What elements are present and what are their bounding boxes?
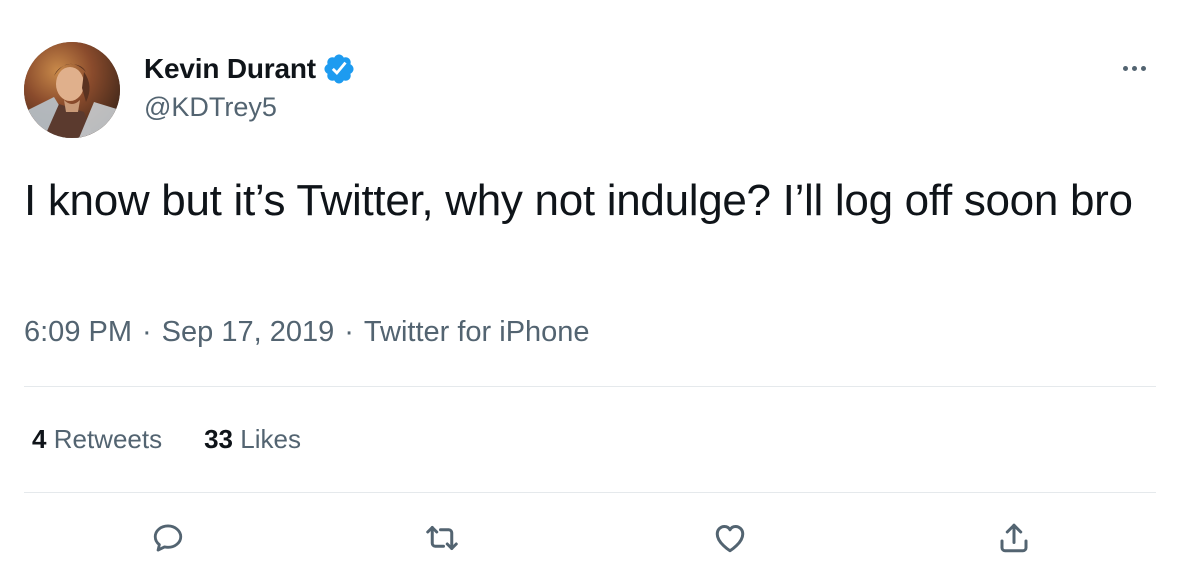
likes-count: 33 xyxy=(204,424,234,454)
likes-label: Likes xyxy=(240,424,301,454)
tweet-date[interactable]: Sep 17, 2019 xyxy=(162,316,335,348)
divider xyxy=(24,492,1156,493)
reply-icon xyxy=(153,524,183,552)
tweet-stats: 4 Retweets 33 Likes xyxy=(32,424,301,455)
avatar[interactable] xyxy=(24,42,120,138)
tweet-source[interactable]: Twitter for iPhone xyxy=(364,316,590,348)
divider xyxy=(24,386,1156,387)
more-options-icon[interactable] xyxy=(1116,56,1152,80)
tweet-card: Kevin Durant @KDTrey5 I know but it’s Tw… xyxy=(0,0,1178,586)
verified-badge-icon xyxy=(324,54,354,84)
like-button[interactable] xyxy=(706,514,754,562)
meta-separator: · xyxy=(344,316,354,348)
share-button[interactable] xyxy=(990,514,1038,562)
tweet-metadata: 6:09 PM · Sep 17, 2019 · Twitter for iPhone xyxy=(24,316,590,349)
author-row: Kevin Durant xyxy=(144,52,356,86)
tweet-text: I know but it’s Twitter, why not indulge… xyxy=(24,176,1133,225)
retweet-button[interactable] xyxy=(418,514,466,562)
retweets-label: Retweets xyxy=(53,424,163,454)
heart-icon xyxy=(715,524,745,553)
display-name[interactable]: Kevin Durant xyxy=(144,53,316,85)
user-handle[interactable]: @KDTrey5 xyxy=(144,92,277,123)
tweet-time[interactable]: 6:09 PM xyxy=(24,316,132,348)
share-icon xyxy=(1000,523,1028,553)
likes-stat[interactable]: 33 Likes xyxy=(204,424,301,455)
retweets-count: 4 xyxy=(32,424,47,454)
retweet-icon xyxy=(426,526,458,550)
meta-separator: · xyxy=(142,316,152,348)
retweets-stat[interactable]: 4 Retweets xyxy=(32,424,162,455)
reply-button[interactable] xyxy=(144,514,192,562)
